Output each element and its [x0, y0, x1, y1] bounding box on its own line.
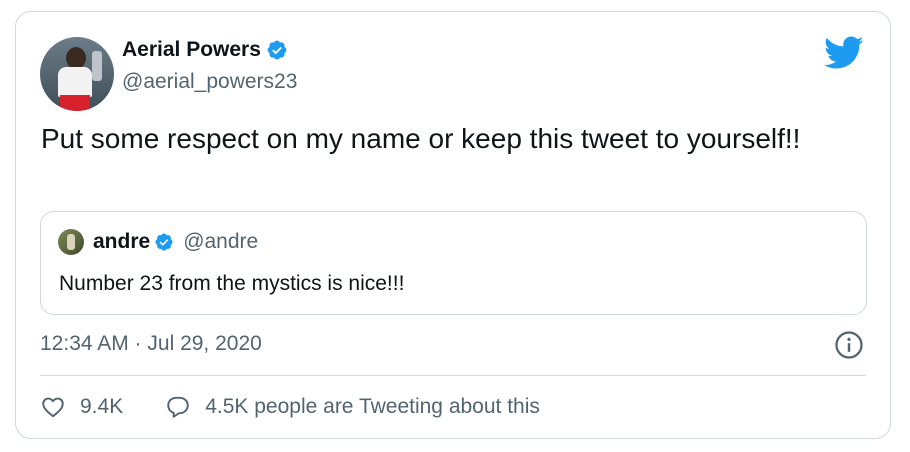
avatar-figure-shorts: [60, 95, 90, 111]
avatar-trophy: [92, 51, 102, 81]
tweet-actions: 9.4K 4.5K people are Tweeting about this: [40, 394, 540, 420]
quoted-author-handle[interactable]: @andre: [183, 230, 258, 254]
like-count: 9.4K: [80, 395, 124, 418]
like-button[interactable]: 9.4K: [40, 394, 123, 420]
author-handle[interactable]: @aerial_powers23: [122, 70, 297, 94]
tweet-timestamp[interactable]: 12:34 AM · Jul 29, 2020: [40, 332, 262, 356]
quoted-author-avatar[interactable]: [58, 229, 84, 255]
tweet-card[interactable]: Aerial Powers @aerial_powers23 Put some …: [15, 11, 891, 439]
quoted-tweet-text: Number 23 from the mystics is nice!!!: [59, 272, 405, 295]
quoted-tweet-header: andre @andre: [93, 230, 258, 254]
tweet-text: Put some respect on my name or keep this…: [41, 123, 801, 154]
verified-badge-icon: [155, 233, 173, 251]
heart-icon: [42, 397, 64, 418]
twitter-bird-icon[interactable]: [824, 36, 864, 70]
speech-bubble-icon: [167, 396, 189, 418]
actions-divider: [40, 375, 866, 376]
retweet-activity-label: 4.5K people are Tweeting about this: [205, 395, 540, 418]
retweet-activity-link[interactable]: 4.5K people are Tweeting about this: [165, 394, 540, 420]
quoted-author-name[interactable]: andre: [93, 230, 150, 254]
verified-badge-icon: [267, 40, 287, 60]
author-avatar[interactable]: [40, 37, 114, 111]
author-name-row: Aerial Powers: [122, 38, 288, 62]
info-icon[interactable]: [834, 330, 864, 360]
author-name[interactable]: Aerial Powers: [122, 38, 261, 62]
quoted-tweet[interactable]: andre @andre Number 23 from the mystics …: [40, 211, 867, 315]
avatar-figure-body: [58, 67, 92, 97]
avatar-figure-head: [66, 47, 86, 69]
